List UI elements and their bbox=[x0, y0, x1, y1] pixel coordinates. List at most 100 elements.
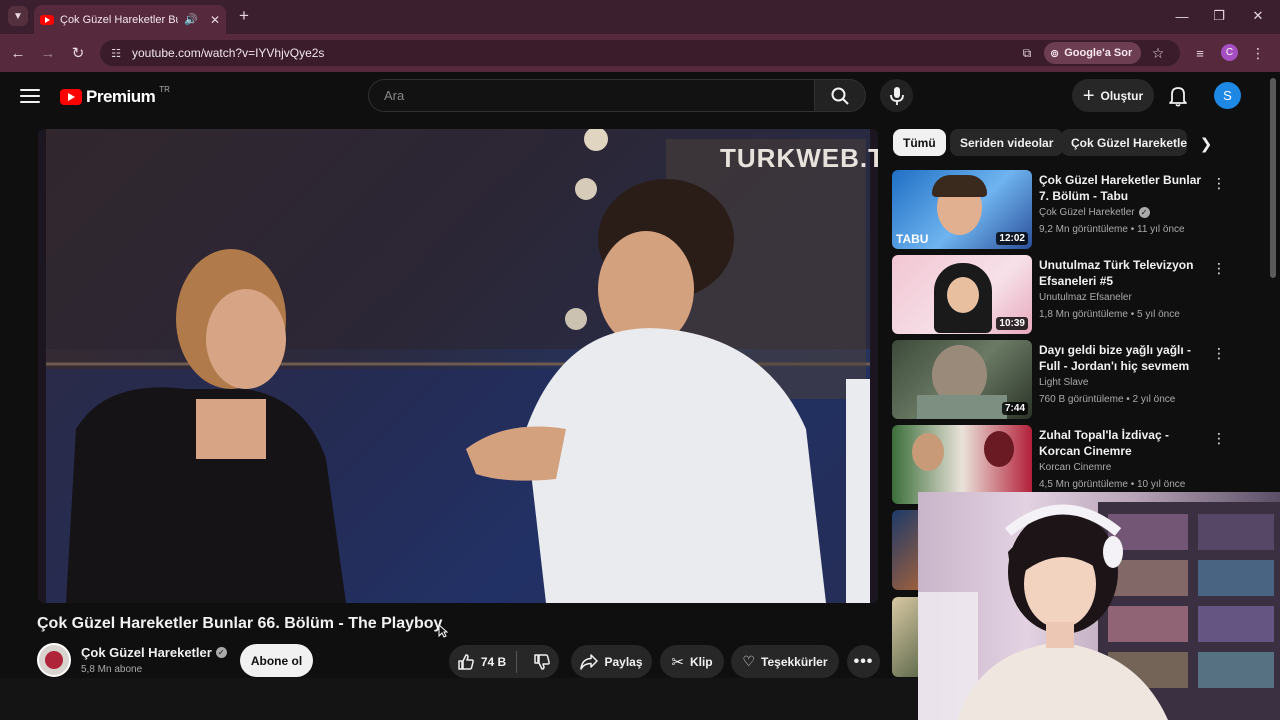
recommendation-meta: 1,8 Mn görüntüleme • 5 yıl önce bbox=[1039, 309, 1180, 320]
channel-name-text[interactable]: Çok Güzel Hareketler bbox=[81, 645, 212, 660]
video-thumbnail[interactable]: 10:39 bbox=[892, 255, 1032, 334]
google-ask-label: Google'a Sor bbox=[1064, 47, 1133, 59]
chip-all[interactable]: Tümü bbox=[893, 129, 946, 156]
logo-text: Premium bbox=[86, 87, 156, 106]
super-thanks-heart-icon: ♡ bbox=[742, 653, 756, 669]
site-info-icon[interactable]: ☷ bbox=[108, 45, 124, 61]
browser-tab-active[interactable]: Çok Güzel Hareketler Bunlar 66. Bölüm - … bbox=[34, 5, 226, 34]
recommendation-item[interactable]: 7:44 Dayı geldi bize yağlı yağlı - Full … bbox=[892, 340, 1262, 420]
tab-search-chevron-icon[interactable]: ▼ bbox=[8, 6, 28, 26]
plus-icon: + bbox=[1082, 84, 1095, 107]
video-title: Çok Güzel Hareketler Bunlar 66. Bölüm - … bbox=[37, 615, 443, 632]
recommendation-item[interactable]: 10:39 Unutulmaz Türk Televizyon Efsanele… bbox=[892, 255, 1262, 335]
recommendation-channel-name: Unutulmaz Efsaneler bbox=[1039, 292, 1132, 303]
audio-playing-icon[interactable]: 🔊 bbox=[184, 13, 198, 26]
like-button[interactable]: 74 B bbox=[457, 650, 518, 673]
recommendation-channel-name: Çok Güzel Hareketler bbox=[1039, 207, 1135, 218]
chip-series-videos[interactable]: Seriden videolar bbox=[950, 129, 1064, 156]
back-arrow-icon[interactable]: ← bbox=[7, 42, 29, 64]
tab-close-icon[interactable]: ✕ bbox=[210, 13, 220, 27]
like-count: 74 B bbox=[480, 654, 507, 669]
like-dislike-group: 74 B bbox=[449, 645, 559, 678]
recommendation-meta: 9,2 Mn görüntüleme • 11 yıl önce bbox=[1039, 224, 1185, 235]
page-bottom-area bbox=[0, 678, 918, 720]
subscriber-count: 5,8 Mn abone bbox=[81, 664, 143, 675]
recommendation-channel[interactable]: Korcan Cinemre bbox=[1039, 462, 1111, 473]
voice-search-button[interactable] bbox=[880, 79, 913, 112]
tab-title: Çok Güzel Hareketler Bunlar 66. Bölüm - … bbox=[60, 13, 178, 26]
search-box[interactable] bbox=[368, 79, 815, 112]
close-window-icon[interactable]: ✕ bbox=[1246, 6, 1270, 26]
mouse-cursor-icon bbox=[438, 624, 448, 638]
channel-avatar[interactable] bbox=[37, 643, 71, 677]
recommendation-title[interactable]: Çok Güzel Hareketler Bunlar 7. Bölüm - T… bbox=[1039, 172, 1211, 204]
youtube-favicon-icon bbox=[40, 14, 54, 25]
video-thumbnail[interactable]: 7:44 bbox=[892, 340, 1032, 419]
video-watermark: TURKWEB.TV bbox=[720, 143, 878, 173]
streamer-webcam-overlay bbox=[918, 492, 1280, 720]
recommendation-channel[interactable]: Light Slave bbox=[1039, 377, 1088, 388]
video-thumbnail[interactable]: TABU 12:02 bbox=[892, 170, 1032, 249]
kebab-menu-icon[interactable]: ⋮ bbox=[1212, 259, 1226, 277]
clip-label: Klip bbox=[689, 654, 713, 669]
restore-window-icon[interactable]: ❐ bbox=[1207, 6, 1231, 26]
video-duration: 10:39 bbox=[996, 317, 1028, 330]
thumbs-down-icon bbox=[534, 653, 551, 670]
recommendation-channel-name: Korcan Cinemre bbox=[1039, 462, 1112, 473]
hamburger-menu-icon[interactable] bbox=[20, 86, 40, 106]
share-button[interactable]: Paylaş bbox=[571, 645, 652, 678]
logo-country-code: TR bbox=[159, 85, 170, 94]
browser-profile-avatar[interactable]: C bbox=[1221, 44, 1238, 61]
subscribe-button[interactable]: Abone ol bbox=[240, 644, 313, 677]
video-player[interactable]: TURKWEB.TV bbox=[38, 129, 878, 603]
media-controls-icon[interactable]: ≡ bbox=[1190, 43, 1210, 63]
thanks-label: Teşekkürler bbox=[761, 654, 828, 669]
chip-channel[interactable]: Çok Güzel Hareketler bbox=[1061, 129, 1187, 156]
account-avatar[interactable]: S bbox=[1214, 82, 1241, 109]
minimize-window-icon[interactable]: — bbox=[1170, 6, 1194, 26]
notifications-bell-icon[interactable] bbox=[1164, 82, 1192, 110]
youtube-premium-logo[interactable]: Premium TR bbox=[60, 84, 170, 110]
webcam-scene-image bbox=[918, 502, 1280, 720]
recommendation-meta: 4,5 Mn görüntüleme • 10 yıl önce bbox=[1039, 479, 1186, 490]
dislike-button[interactable] bbox=[523, 653, 551, 671]
recommendation-meta: 760 B görüntüleme • 2 yıl önce bbox=[1039, 394, 1176, 405]
url-text[interactable]: youtube.com/watch?v=IYVhjvQye2s bbox=[132, 46, 324, 60]
search-icon bbox=[831, 87, 849, 105]
thanks-button[interactable]: ♡ Teşekkürler bbox=[731, 645, 839, 678]
microphone-icon bbox=[889, 86, 904, 105]
clip-button[interactable]: ✂ Klip bbox=[660, 645, 724, 678]
scissors-icon: ✂ bbox=[671, 653, 684, 671]
recommendation-channel[interactable]: Unutulmaz Efsaneler bbox=[1039, 292, 1132, 303]
bookmark-star-icon[interactable]: ☆ bbox=[1148, 43, 1168, 63]
recommendation-title[interactable]: Zuhal Topal'la İzdivaç - Korcan Cinemre bbox=[1039, 427, 1211, 459]
thumbnail-caption: TABU bbox=[896, 232, 929, 246]
search-button[interactable] bbox=[814, 79, 866, 112]
recommendation-item[interactable]: TABU 12:02 Çok Güzel Hareketler Bunlar 7… bbox=[892, 170, 1262, 250]
kebab-menu-icon[interactable]: ⋮ bbox=[1212, 429, 1226, 447]
recommendation-channel-name: Light Slave bbox=[1039, 377, 1089, 388]
kebab-menu-icon[interactable]: ⋮ bbox=[1212, 174, 1226, 192]
kebab-menu-icon[interactable]: ⋮ bbox=[1212, 344, 1226, 362]
google-ask-button[interactable]: ⊚ Google'a Sor bbox=[1044, 42, 1142, 64]
install-app-icon[interactable]: ⧉ bbox=[1018, 44, 1036, 62]
recommendation-title[interactable]: Unutulmaz Türk Televizyon Efsaneleri #5 bbox=[1039, 257, 1211, 289]
share-arrow-icon bbox=[580, 653, 599, 670]
search-input[interactable] bbox=[382, 87, 814, 104]
forward-arrow-icon[interactable]: → bbox=[37, 42, 59, 64]
browser-menu-kebab-icon[interactable]: ⋮ bbox=[1250, 43, 1266, 63]
create-button[interactable]: + Oluştur bbox=[1072, 79, 1154, 112]
recommendation-title[interactable]: Dayı geldi bize yağlı yağlı - Full - Jor… bbox=[1039, 342, 1211, 374]
thumbs-up-icon bbox=[458, 653, 474, 670]
chevron-right-icon[interactable]: ❯ bbox=[1196, 134, 1216, 154]
channel-name[interactable]: Çok Güzel Hareketler ✓ bbox=[81, 645, 227, 660]
more-actions-icon[interactable]: ••• bbox=[847, 645, 880, 678]
share-label: Paylaş bbox=[604, 654, 643, 669]
page-scrollbar-thumb[interactable] bbox=[1270, 78, 1276, 278]
video-duration: 7:44 bbox=[1001, 402, 1028, 415]
reload-icon[interactable]: ↻ bbox=[67, 42, 89, 64]
recommendation-channel[interactable]: Çok Güzel Hareketler ✓ bbox=[1039, 207, 1150, 218]
new-tab-plus-icon[interactable]: + bbox=[234, 6, 254, 26]
lens-icon: ⊚ bbox=[1050, 47, 1060, 60]
youtube-play-logo-icon bbox=[60, 89, 82, 105]
